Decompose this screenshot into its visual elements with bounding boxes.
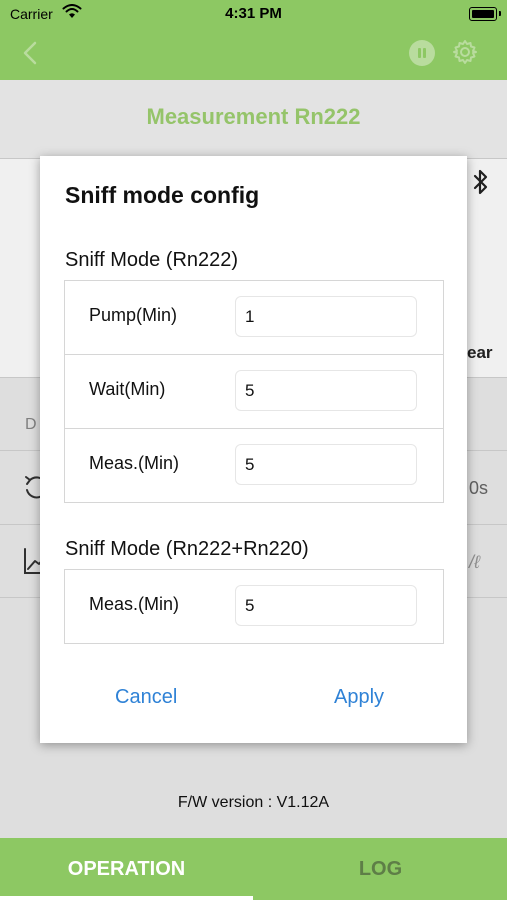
navigation-bar — [0, 28, 507, 80]
tab-active-indicator — [0, 896, 253, 900]
settings-group-rn222: Pump(Min) Wait(Min) Meas.(Min) — [64, 280, 444, 503]
battery-icon — [469, 7, 497, 21]
dialog-title: Sniff mode config — [65, 182, 260, 208]
section-label-rn222: Sniff Mode (Rn222) — [65, 249, 239, 271]
pump-minutes-input[interactable] — [235, 296, 417, 337]
pause-icon[interactable] — [409, 40, 435, 66]
battery-tip — [499, 11, 501, 16]
back-chevron-icon[interactable] — [22, 40, 38, 71]
apply-button[interactable]: Apply — [334, 686, 384, 709]
cancel-button[interactable]: Cancel — [115, 686, 177, 709]
section-label-rn222-rn220: Sniff Mode (Rn222+Rn220) — [65, 538, 309, 560]
sniff-mode-dialog: Sniff mode config Sniff Mode (Rn222) Pum… — [40, 156, 467, 743]
meas-label: Meas.(Min) — [89, 453, 180, 473]
tab-operation[interactable]: OPERATION — [0, 838, 253, 900]
gear-icon[interactable] — [451, 38, 479, 71]
wait-minutes-input[interactable] — [235, 370, 417, 411]
meas-minutes-input[interactable] — [235, 444, 417, 485]
status-bar: Carrier 4:31 PM — [0, 0, 507, 28]
wait-label: Wait(Min) — [89, 379, 166, 399]
clock: 4:31 PM — [225, 5, 282, 22]
settings-row-wait: Wait(Min) — [65, 355, 443, 429]
tab-log[interactable]: LOG — [254, 838, 507, 900]
settings-row-pump: Pump(Min) — [65, 281, 443, 355]
settings-group-rn222-rn220: Meas.(Min) — [64, 569, 444, 644]
settings-row-meas: Meas.(Min) — [65, 429, 443, 502]
tab-bar: OPERATION LOG — [0, 838, 507, 900]
meas-combined-minutes-input[interactable] — [235, 585, 417, 626]
pump-label: Pump(Min) — [89, 305, 178, 325]
settings-row-meas-combined: Meas.(Min) — [65, 570, 443, 643]
meas-combined-label: Meas.(Min) — [89, 594, 180, 614]
